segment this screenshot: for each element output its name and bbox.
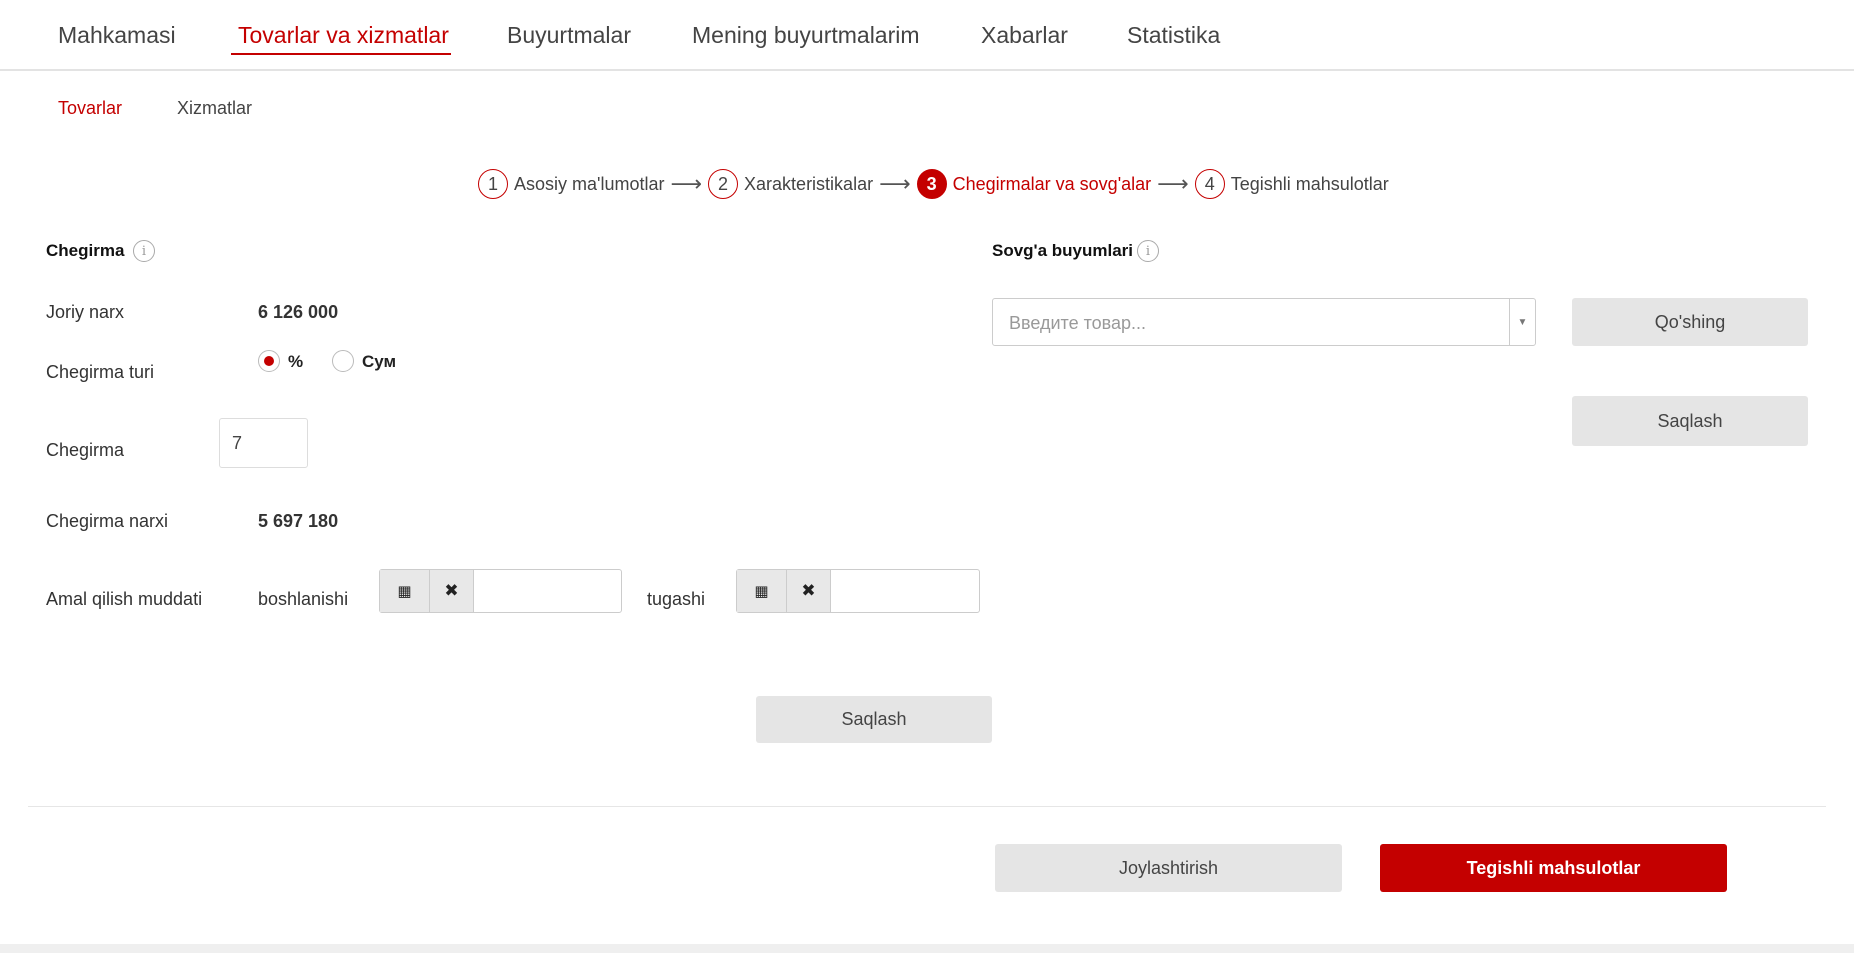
step-1[interactable]: 1 Asosiy ma'lumotlar bbox=[478, 169, 664, 199]
step-label: Xarakteristikalar bbox=[744, 173, 874, 194]
step-4[interactable]: 4 Tegishli mahsulotlar bbox=[1194, 169, 1389, 199]
related-products-button[interactable]: Tegishli mahsulotlar bbox=[1380, 844, 1727, 892]
nav-tovarlar-va-xizmatlar[interactable]: Tovarlar va xizmatlar bbox=[238, 22, 449, 49]
discount-save-button[interactable]: Saqlash bbox=[756, 696, 992, 743]
subnav-xizmatlar[interactable]: Xizmatlar bbox=[177, 98, 252, 119]
nav-xabarlar[interactable]: Xabarlar bbox=[981, 22, 1068, 49]
gifts-title: Sovg'a buyumlari bbox=[992, 241, 1134, 260]
nav-mening-buyurtmalarim[interactable]: Mening buyurtmalarim bbox=[692, 22, 920, 49]
step-number: 4 bbox=[1194, 169, 1225, 199]
calendar-icon[interactable]: ▦ bbox=[737, 570, 787, 612]
info-icon[interactable]: i bbox=[133, 240, 155, 262]
gift-product-select[interactable]: Введите товар... ▼ bbox=[992, 298, 1536, 346]
nav-statistika[interactable]: Statistika bbox=[1127, 22, 1220, 49]
active-tab-underline bbox=[231, 53, 451, 55]
step-2[interactable]: 2 Xarakteristikalar bbox=[708, 169, 873, 199]
info-icon[interactable]: i bbox=[1137, 240, 1159, 262]
step-number: 2 bbox=[708, 169, 739, 199]
radio-sum[interactable] bbox=[332, 350, 354, 372]
arrow-right-icon: ⟶ bbox=[670, 171, 702, 196]
validity-label: Amal qilish muddati bbox=[46, 589, 203, 609]
gift-product-placeholder: Введите товар... bbox=[1009, 313, 1147, 333]
end-date-picker: ▦ ✖ bbox=[736, 569, 980, 613]
calendar-icon[interactable]: ▦ bbox=[380, 570, 430, 612]
step-label: Asosiy ma'lumotlar bbox=[514, 173, 665, 194]
clear-icon[interactable]: ✖ bbox=[430, 570, 474, 612]
discount-type-label: Chegirma turi bbox=[46, 362, 155, 382]
gifts-save-button[interactable]: Saqlash bbox=[1572, 396, 1808, 446]
discount-amount-input[interactable]: 7 bbox=[219, 418, 308, 468]
wizard-steps: 1 Asosiy ma'lumotlar ⟶ 2 Xarakteristikal… bbox=[478, 169, 1389, 199]
step-3[interactable]: 3 Chegirmalar va sovg'alar bbox=[916, 169, 1152, 199]
step-label: Chegirmalar va sovg'alar bbox=[952, 173, 1152, 194]
step-number: 3 bbox=[916, 169, 947, 199]
discount-price-label: Chegirma narxi bbox=[46, 511, 169, 531]
subnav-tovarlar[interactable]: Tovarlar bbox=[58, 98, 122, 119]
clear-icon[interactable]: ✖ bbox=[787, 570, 831, 612]
chevron-down-icon[interactable]: ▼ bbox=[1509, 299, 1535, 345]
nav-mahkamasi[interactable]: Mahkamasi bbox=[58, 22, 176, 49]
discount-amount-label: Chegirma bbox=[46, 440, 125, 460]
start-date-picker: ▦ ✖ bbox=[379, 569, 622, 613]
arrow-right-icon: ⟶ bbox=[879, 171, 911, 196]
radio-sum-label: Сум bbox=[362, 352, 397, 371]
nav-buyurtmalar[interactable]: Buyurtmalar bbox=[507, 22, 631, 49]
publish-button[interactable]: Joylashtirish bbox=[995, 844, 1342, 892]
arrow-right-icon: ⟶ bbox=[1157, 171, 1189, 196]
discount-price-value: 5 697 180 bbox=[258, 511, 339, 531]
end-date-input[interactable] bbox=[831, 570, 979, 612]
radio-percent-label: % bbox=[288, 352, 304, 371]
current-price-value: 6 126 000 bbox=[258, 302, 339, 322]
step-label: Tegishli mahsulotlar bbox=[1230, 173, 1389, 194]
start-date-input[interactable] bbox=[474, 570, 621, 612]
step-number: 1 bbox=[478, 169, 508, 199]
start-date-label: boshlanishi bbox=[258, 589, 349, 609]
add-gift-button[interactable]: Qo'shing bbox=[1572, 298, 1808, 346]
end-date-label: tugashi bbox=[647, 589, 706, 609]
divider bbox=[28, 806, 1826, 807]
discount-title: Chegirma bbox=[46, 241, 125, 260]
radio-percent[interactable] bbox=[258, 350, 280, 372]
current-price-label: Joriy narx bbox=[46, 302, 125, 322]
page-footer-strip bbox=[0, 944, 1854, 953]
top-navigation: Mahkamasi Tovarlar va xizmatlar Buyurtma… bbox=[0, 0, 1854, 71]
